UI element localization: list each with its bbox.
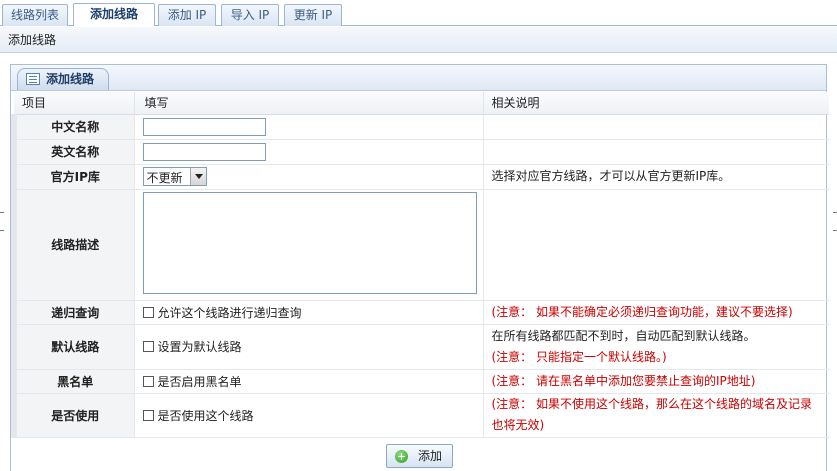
breadcrumb: 添加线路 [0,27,837,53]
label-cn-name: 中文名称 [11,114,134,140]
label-recursive: 递归查询 [11,300,134,325]
add-line-form: 项目 填写 相关说明 中文名称 英文名称 官方IP库 不更新 选择对应官方线路，… [11,92,829,438]
table-header-row: 项目 填写 相关说明 [14,92,829,115]
default-note: 在所有线路都匹配不到时，自动匹配到默认线路。 [491,328,756,343]
recursive-note: (注意： 如果不能确定必须递归查询功能，建议不要选择) [482,300,829,325]
label-en-name: 英文名称 [11,139,134,165]
enabled-note-line2: 也将无效) [491,418,545,432]
label-ip-lib: 官方IP库 [11,164,134,190]
table-icon [26,73,40,85]
tab-strip: 线路列表 添加线路 添加 IP 导入 IP 更新 IP [0,0,837,26]
recursive-checkbox-label[interactable]: 允许这个线路进行递归查询 [158,306,302,320]
cn-name-input[interactable] [142,117,266,136]
ip-lib-select[interactable]: 不更新 [142,167,207,186]
row-blacklist: 黑名单 是否启用黑名单 (注意： 请在黑名单中添加您要禁止查询的IP地址) [11,369,829,394]
header-fill: 填写 [133,92,483,115]
row-ip-lib: 官方IP库 不更新 选择对应官方线路，才可以从官方更新IP库。 [11,164,829,190]
blacklist-checkbox-label[interactable]: 是否启用黑名单 [158,375,242,389]
tab-line-list[interactable]: 线路列表 [2,4,68,26]
label-blacklist: 黑名单 [11,369,134,394]
tab-add-ip[interactable]: 添加 IP [158,4,216,26]
default-checkbox-label[interactable]: 设置为默认线路 [158,340,242,354]
en-name-input[interactable] [142,142,266,161]
label-enabled: 是否使用 [11,393,134,438]
add-line-panel: 添加线路 项目 填写 相关说明 中文名称 英文名称 官方IP库 不更新 选择对应… [10,64,829,471]
header-description: 相关说明 [482,92,829,115]
row-recursive: 递归查询 允许这个线路进行递归查询 (注意： 如果不能确定必须递归查询功能，建议… [11,300,829,325]
side-marker [833,230,837,231]
panel-title-text: 添加线路 [46,72,95,86]
tab-update-ip[interactable]: 更新 IP [284,4,342,26]
enabled-checkbox-label[interactable]: 是否使用这个线路 [158,409,254,423]
description-textarea[interactable] [142,192,477,294]
row-en-name: 英文名称 [11,139,829,165]
panel-header: 添加线路 [11,65,826,91]
side-marker [0,230,4,231]
row-enabled: 是否使用 是否使用这个线路 (注意： 如果不使用这个线路，那么在这个线路的域名及… [11,393,829,438]
side-marker [0,212,4,213]
enabled-checkbox[interactable] [142,409,154,421]
add-button-label: 添加 [417,449,442,463]
ip-lib-note: 选择对应官方线路，才可以从官方更新IP库。 [482,164,829,190]
blacklist-note: (注意： 请在黑名单中添加您要禁止查询的IP地址) [482,369,829,394]
chevron-down-icon[interactable] [189,168,206,185]
row-cn-name: 中文名称 [11,114,829,140]
row-default: 默认线路 设置为默认线路 在所有线路都匹配不到时，自动匹配到默认线路。 (注意：… [11,324,829,370]
label-description: 线路描述 [11,189,134,301]
side-marker [833,212,837,213]
default-warning: (注意： 只能指定一个默认线路。) [491,349,667,364]
tab-add-line[interactable]: 添加线路 [73,3,155,26]
enabled-note-line1: (注意： 如果不使用这个线路，那么在这个线路的域名及记录 [491,397,813,411]
panel-title: 添加线路 [17,68,110,90]
blacklist-checkbox[interactable] [142,375,154,387]
label-default: 默认线路 [11,324,134,370]
recursive-checkbox[interactable] [142,306,154,318]
row-description: 线路描述 [11,189,829,301]
header-item: 项目 [14,92,134,115]
ip-lib-selected-value: 不更新 [146,171,183,185]
add-circle-icon [395,450,408,463]
add-button[interactable]: 添加 [386,444,453,468]
default-checkbox[interactable] [142,341,154,352]
tab-import-ip[interactable]: 导入 IP [221,4,279,26]
